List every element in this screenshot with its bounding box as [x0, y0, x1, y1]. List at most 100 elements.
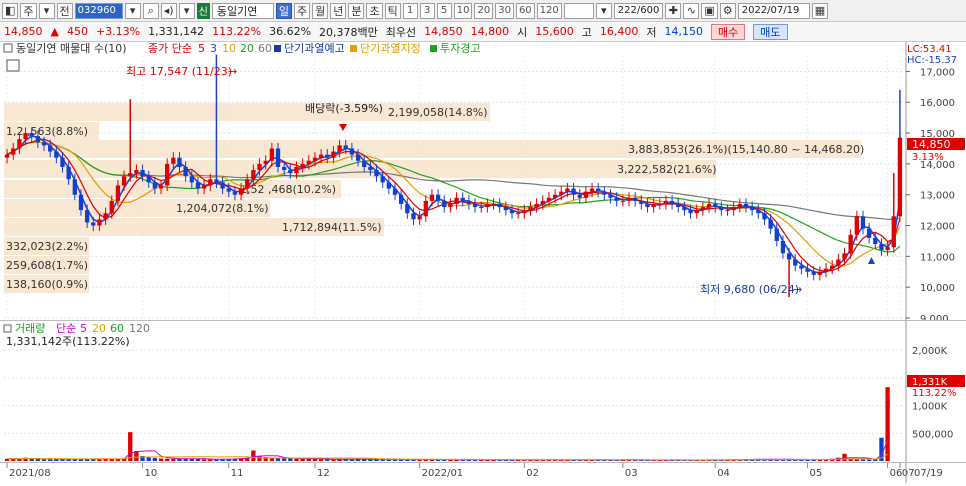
- mode-dropdown-icon[interactable]: ▾: [38, 2, 55, 19]
- volume-panel[interactable]: 거래량 단순 5 20 60 120 1,331,142주(113.22%) 2…: [0, 320, 966, 463]
- candle-body: [719, 207, 724, 211]
- period-month-tab[interactable]: 월: [312, 2, 329, 19]
- volume-bar: [195, 459, 201, 461]
- interval-30-button[interactable]: 30: [495, 2, 514, 19]
- volume-bar: [312, 459, 318, 461]
- candle-body: [546, 197, 552, 201]
- current-price: 14,850: [4, 25, 43, 38]
- candle-body: [158, 185, 164, 189]
- price-chart[interactable]: 2,199,058(14.8%) 3,883,853(26.1%)(15,140.…: [0, 41, 966, 325]
- candle-body: [245, 179, 250, 189]
- volume-bar: [860, 459, 866, 461]
- candle-body: [435, 194, 441, 201]
- interval-1-button[interactable]: 1: [402, 2, 418, 19]
- mode-label: 주: [23, 4, 34, 18]
- candle-body: [103, 213, 108, 220]
- candle-body: [152, 182, 158, 189]
- period-year-tab[interactable]: 년: [330, 2, 347, 19]
- volume-bar: [300, 458, 305, 461]
- up-arrow-icon: ▲: [50, 25, 59, 38]
- buy-button[interactable]: 매수: [711, 23, 746, 40]
- interval-5-button[interactable]: 5: [436, 2, 452, 19]
- price-panel[interactable]: 2,199,058(14.8%) 3,883,853(26.1%)(15,140.…: [0, 41, 966, 325]
- interval-60-button[interactable]: 60: [515, 2, 535, 19]
- chart-area[interactable]: 2,199,058(14.8%) 3,883,853(26.1%)(15,140.…: [0, 41, 966, 483]
- volume-ratio: 113.22%: [212, 25, 262, 38]
- interval-custom-input[interactable]: [563, 2, 594, 19]
- alert3-label: 투자경고: [440, 42, 480, 55]
- candle-body: [109, 200, 114, 214]
- candle-body: [128, 173, 133, 177]
- volume-bar: [171, 458, 176, 461]
- candle-body: [565, 188, 570, 192]
- candle-body: [84, 210, 90, 223]
- candle-body: [725, 210, 730, 212]
- interval-120-button[interactable]: 120: [536, 2, 562, 19]
- candle-body: [657, 203, 662, 205]
- candle-body: [60, 157, 65, 167]
- low-marker-label: 최저 9,680 (06/24): [700, 283, 799, 296]
- candle-body: [392, 188, 398, 195]
- date-field[interactable]: 2022/07/19: [737, 2, 810, 19]
- candle-body: [41, 142, 47, 146]
- sell-button[interactable]: 매도: [753, 23, 788, 40]
- candle-body: [226, 188, 231, 192]
- volume-legend-box-icon[interactable]: [3, 324, 12, 333]
- volume-bar: [854, 459, 859, 461]
- candle-body: [220, 182, 225, 189]
- time-tick-label: 10: [145, 468, 158, 479]
- period-week-tab[interactable]: 주: [293, 2, 311, 19]
- interval-20-button[interactable]: 20: [474, 2, 494, 19]
- code-dropdown-icon[interactable]: ▾: [124, 2, 141, 19]
- time-axis: 2021/08 10 11 12 2022/01 02 03 04 05 06 07 07/19: [0, 462, 966, 483]
- volume-bar: [325, 459, 330, 461]
- search-icon[interactable]: ⌕: [142, 2, 159, 19]
- type-select[interactable]: 전: [56, 2, 73, 19]
- volume-profile-label: 2,199,058(14.8%): [388, 106, 488, 119]
- candle-body: [78, 194, 84, 211]
- legend-box-icon[interactable]: [3, 43, 13, 53]
- interval-10-button[interactable]: 10: [453, 2, 473, 19]
- volume-current-tag-text: 1,331K: [912, 377, 948, 388]
- volume-bar: [48, 459, 53, 461]
- grid-toggle-icon[interactable]: [6, 59, 20, 72]
- candle-body: [48, 145, 53, 152]
- stock-code-input[interactable]: [74, 2, 123, 19]
- volume-profile-label: 3,222,582(21.6%): [617, 163, 717, 176]
- volume-bar: [152, 457, 158, 461]
- candle-body: [23, 133, 28, 140]
- volume-tick-label: 2,000K: [912, 346, 948, 357]
- save-icon[interactable]: ▣: [701, 2, 718, 19]
- candle-body: [343, 145, 348, 149]
- sound-icon[interactable]: ◂): [160, 2, 177, 19]
- chart-type-icon[interactable]: ∿: [683, 2, 700, 19]
- count-field[interactable]: 222/600: [613, 2, 664, 19]
- period-minute-tab[interactable]: 분: [348, 2, 365, 19]
- zoom-in-icon[interactable]: ✚: [665, 2, 682, 19]
- current-price-tag-text: 14,850: [912, 138, 951, 151]
- volume-legend-title: 거래량: [15, 322, 45, 335]
- candle-body: [374, 170, 379, 177]
- period-tick-tab[interactable]: 틱: [384, 2, 401, 19]
- candle-body: [528, 207, 533, 211]
- interval-3-button[interactable]: 3: [419, 2, 435, 19]
- chart-layout-icon[interactable]: ◧: [2, 2, 19, 19]
- interval-dropdown-icon[interactable]: ▾: [595, 2, 612, 19]
- mode-select[interactable]: 주: [20, 2, 37, 19]
- price-tick-label: 16,000: [920, 98, 955, 109]
- volume-chart[interactable]: 거래량 단순 5 20 60 120 1,331,142주(113.22%) 2…: [0, 321, 966, 463]
- stock-name-field[interactable]: 동일기연: [211, 2, 274, 19]
- credit-badge: 신: [196, 2, 210, 19]
- candle-body: [442, 200, 447, 208]
- candle-body: [842, 253, 847, 260]
- volume-bar: [306, 458, 311, 461]
- candle-body: [251, 170, 256, 180]
- alert2-marker: [350, 45, 357, 52]
- calendar-icon[interactable]: ▦: [811, 2, 829, 19]
- candle-body: [238, 188, 244, 195]
- sound-dropdown-icon[interactable]: ▾: [178, 2, 195, 19]
- candle-body: [429, 194, 435, 201]
- period-day-tab[interactable]: 일: [275, 2, 292, 19]
- settings-icon[interactable]: ⚙: [719, 2, 736, 19]
- period-second-tab[interactable]: 초: [366, 2, 383, 19]
